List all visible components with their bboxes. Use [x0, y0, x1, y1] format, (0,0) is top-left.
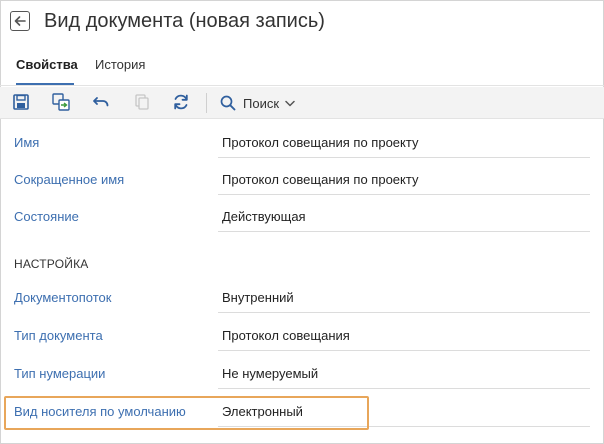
- save-button[interactable]: [12, 93, 30, 111]
- field-label-name[interactable]: Имя: [14, 135, 39, 150]
- back-button[interactable]: [10, 11, 30, 31]
- field-row-numbering-type: Тип нумерации Не нумеруемый: [0, 359, 604, 389]
- arrow-left-icon: [14, 16, 26, 26]
- field-input-status[interactable]: Действующая: [218, 202, 590, 232]
- tab-properties[interactable]: Свойства: [16, 57, 78, 85]
- copy-button[interactable]: [133, 93, 151, 111]
- field-row-short-name: Сокращенное имя Протокол совещания по пр…: [0, 165, 604, 195]
- field-value-default-medium: Электронный: [222, 404, 303, 419]
- field-input-numbering-type[interactable]: Не нумеруемый: [218, 359, 590, 389]
- field-value-document-flow: Внутренний: [222, 290, 294, 305]
- toolbar-separator: [206, 93, 207, 113]
- field-value-name: Протокол совещания по проекту: [222, 135, 419, 150]
- section-title-settings: НАСТРОЙКА: [14, 257, 89, 271]
- field-row-default-medium: Вид носителя по умолчанию Электронный: [0, 397, 604, 427]
- refresh-button[interactable]: [172, 93, 190, 111]
- field-value-status: Действующая: [222, 209, 306, 224]
- field-input-document-type[interactable]: Протокол совещания: [218, 321, 590, 351]
- chevron-down-icon: [285, 100, 295, 106]
- field-row-status: Состояние Действующая: [0, 202, 604, 232]
- field-label-numbering-type[interactable]: Тип нумерации: [14, 366, 105, 381]
- field-input-name[interactable]: Протокол совещания по проекту: [218, 128, 590, 158]
- search-button[interactable]: Поиск: [220, 93, 295, 113]
- field-input-short-name[interactable]: Протокол совещания по проекту: [218, 165, 590, 195]
- field-label-default-medium[interactable]: Вид носителя по умолчанию: [14, 404, 186, 419]
- undo-icon: [93, 97, 109, 107]
- field-input-default-medium[interactable]: Электронный: [218, 397, 590, 427]
- field-value-numbering-type: Не нумеруемый: [222, 366, 319, 381]
- field-input-document-flow[interactable]: Внутренний: [218, 283, 590, 313]
- header: Вид документа (новая запись): [0, 0, 604, 46]
- tab-bar: Свойства История: [0, 50, 604, 86]
- search-icon: [220, 95, 236, 111]
- tab-history[interactable]: История: [95, 57, 145, 85]
- field-value-short-name: Протокол совещания по проекту: [222, 172, 419, 187]
- field-row-name: Имя Протокол совещания по проекту: [0, 128, 604, 158]
- toolbar: Поиск: [0, 87, 604, 119]
- search-label: Поиск: [243, 95, 280, 111]
- field-label-status[interactable]: Состояние: [14, 209, 79, 224]
- field-label-document-flow[interactable]: Документопоток: [14, 290, 111, 305]
- field-label-short-name[interactable]: Сокращенное имя: [14, 172, 124, 187]
- save-and-close-icon: [52, 93, 70, 111]
- undo-button[interactable]: [92, 93, 110, 111]
- save-icon: [13, 94, 29, 110]
- page-title: Вид документа (новая запись): [44, 10, 325, 32]
- field-row-document-type: Тип документа Протокол совещания: [0, 321, 604, 351]
- field-row-document-flow: Документопоток Внутренний: [0, 283, 604, 313]
- copy-icon: [135, 94, 149, 110]
- field-value-document-type: Протокол совещания: [222, 328, 350, 343]
- refresh-icon: [174, 94, 188, 110]
- field-label-document-type[interactable]: Тип документа: [14, 328, 103, 343]
- save-and-close-button[interactable]: [52, 93, 70, 111]
